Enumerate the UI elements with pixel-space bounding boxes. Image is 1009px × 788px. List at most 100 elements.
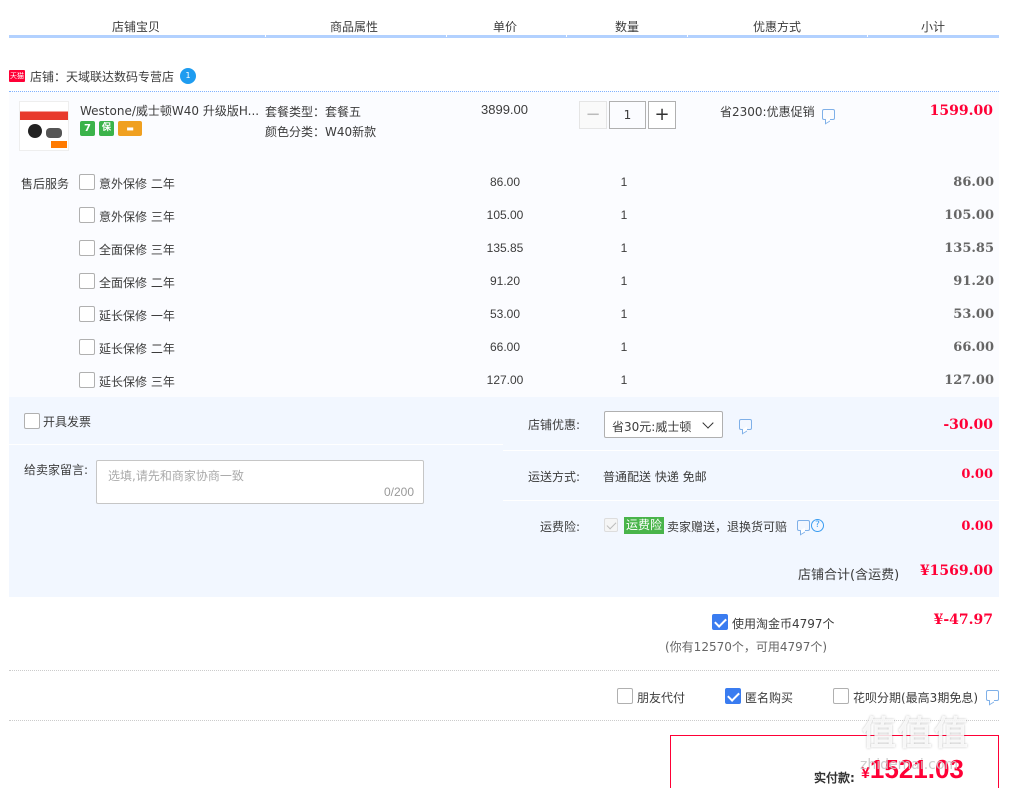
message-icon[interactable]	[797, 520, 810, 531]
shop-discount-value: 省30元:威士顿	[612, 420, 692, 434]
service-row: 延长保修 一年 53.00 1 53.00	[9, 298, 999, 331]
column-unit-price: 单价	[493, 20, 518, 34]
service-checkbox[interactable]	[79, 306, 95, 322]
message-icon[interactable]	[822, 109, 835, 120]
service-subtotal: 86.00	[953, 175, 994, 190]
guarantee-icon[interactable]: 保	[99, 121, 114, 136]
shop-total-label: 店铺合计(含运费)	[798, 568, 900, 583]
chevron-down-icon	[702, 417, 714, 429]
anonymous-label: 匿名购买	[745, 691, 794, 705]
watermark-site: zhidemai.com	[860, 757, 959, 773]
column-quantity: 数量	[615, 20, 640, 34]
column-divider	[867, 31, 868, 37]
divider	[503, 500, 999, 501]
column-header-bar: 店铺宝贝 商品属性 单价 数量 优惠方式 小计	[9, 0, 999, 38]
message-icon[interactable]	[986, 690, 999, 701]
column-divider	[566, 31, 567, 37]
earphone-shape	[28, 124, 42, 138]
shop-discount-amount: -30.00	[943, 417, 993, 433]
divider	[9, 444, 503, 445]
payment-label: 实付款:	[814, 771, 855, 785]
huabei-checkbox[interactable]	[833, 688, 849, 704]
service-row: 全面保修 二年 91.20 1 91.20	[9, 265, 999, 298]
quantity-input[interactable]: 1	[609, 101, 646, 129]
service-qty: 1	[620, 274, 628, 288]
service-row: 意外保修 三年 105.00 1 105.00	[9, 199, 999, 232]
shipping-value: 普通配送 快递 免邮	[603, 470, 707, 484]
message-icon[interactable]	[739, 419, 752, 430]
service-qty: 1	[620, 373, 628, 387]
service-qty: 1	[620, 340, 628, 354]
watermark-logo: 值值值	[862, 714, 970, 754]
unit-price: 3899.00	[481, 102, 528, 117]
note-label: 给卖家留言:	[24, 463, 89, 477]
product-title-link[interactable]: Westone/威士顿W40 升级版H...	[80, 102, 259, 119]
service-qty: 1	[620, 208, 628, 222]
note-counter: 0/200	[383, 485, 414, 499]
shop-line: 天猫 店铺：天域联达数码专营店 1	[9, 66, 197, 86]
column-discount: 优惠方式	[753, 20, 802, 34]
service-checkbox[interactable]	[79, 273, 95, 289]
divider	[503, 450, 999, 451]
quantity-plus-button[interactable]: +	[648, 101, 676, 129]
service-subtotal: 105.00	[944, 208, 994, 223]
service-name: 延长保修 一年	[99, 309, 175, 323]
service-price: 66.00	[489, 340, 521, 354]
product-thumbnail[interactable]	[19, 101, 69, 151]
friend-pay-label: 朋友代付	[637, 691, 686, 705]
column-shop-item: 店铺宝贝	[112, 20, 161, 34]
service-qty: 1	[620, 175, 628, 189]
service-row: 延长保修 三年 127.00 1 127.00	[9, 364, 999, 397]
seller-note-textarea[interactable]: 选填,请先和商家协商一致 0/200	[96, 460, 424, 504]
package-type-attr: 套餐类型：套餐五	[265, 105, 362, 119]
column-attributes: 商品属性	[330, 20, 379, 34]
coins-info: (你有12570个，可用4797个)	[665, 640, 828, 654]
service-qty: 1	[620, 307, 628, 321]
service-subtotal: 66.00	[953, 340, 994, 355]
use-coins-label: 使用淘金币4797个	[732, 617, 835, 631]
column-subtotal: 小计	[921, 20, 946, 34]
column-divider	[687, 31, 688, 37]
case-shape	[46, 128, 62, 138]
insurance-badge: 运费险	[624, 517, 665, 534]
service-subtotal: 53.00	[953, 307, 994, 322]
quantity-minus-button[interactable]: −	[579, 101, 607, 129]
service-row: 意外保修 二年 86.00 1 86.00	[9, 166, 999, 199]
service-checkbox[interactable]	[79, 372, 95, 388]
divider	[9, 670, 999, 671]
service-name: 延长保修 三年	[99, 375, 175, 389]
quantity-stepper: − 1 +	[579, 101, 676, 129]
price-tag-shape	[51, 141, 67, 148]
wangwang-chat-icon[interactable]: 1	[180, 68, 197, 84]
card-icon[interactable]: ▬	[118, 121, 142, 136]
shop-discount-label: 店铺优惠:	[528, 418, 581, 432]
service-qty: 1	[620, 241, 628, 255]
service-checkbox[interactable]	[79, 174, 95, 190]
insurance-label: 运费险:	[540, 520, 581, 534]
insurance-desc: 卖家赠送，退换货可赔	[667, 520, 788, 534]
service-checkbox[interactable]	[79, 207, 95, 223]
service-name: 延长保修 二年	[99, 342, 175, 356]
service-checkbox[interactable]	[79, 240, 95, 256]
insurance-amount: 0.00	[961, 519, 993, 534]
service-name: 意外保修 三年	[99, 210, 175, 224]
invoice-checkbox[interactable]	[24, 413, 40, 429]
service-subtotal: 91.20	[953, 274, 994, 289]
shop-total-amount: ¥1569.00	[919, 563, 993, 579]
divider	[9, 720, 999, 721]
help-icon[interactable]: ?	[811, 519, 824, 532]
friend-pay-checkbox[interactable]	[617, 688, 633, 704]
service-checkbox[interactable]	[79, 339, 95, 355]
seven-days-icon[interactable]: 7	[80, 121, 95, 136]
service-row: 延长保修 二年 66.00 1 66.00	[9, 331, 999, 364]
insurance-checkbox	[604, 518, 618, 532]
service-price: 53.00	[489, 307, 521, 321]
anonymous-checkbox[interactable]	[725, 688, 741, 704]
shop-name-link[interactable]: 店铺：天域联达数码专营店	[30, 68, 174, 85]
service-price: 135.85	[486, 241, 524, 255]
use-coins-checkbox[interactable]	[712, 614, 728, 630]
color-attr: 颜色分类：W40新款	[265, 125, 377, 139]
column-divider	[265, 31, 266, 37]
service-price: 91.20	[489, 274, 521, 288]
shop-discount-select[interactable]: 省30元:威士顿	[604, 411, 723, 438]
